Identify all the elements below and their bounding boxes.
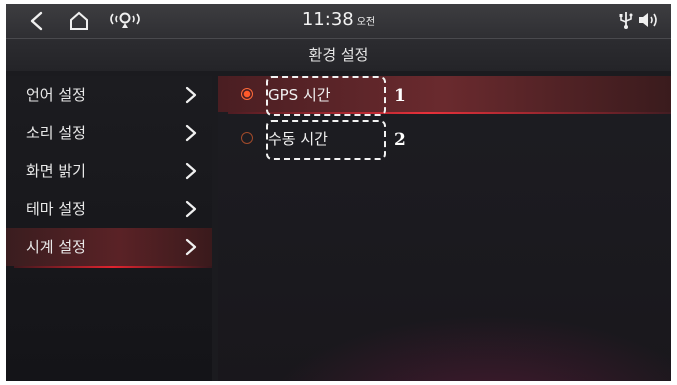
chevron-right-icon (185, 238, 197, 256)
head-unit-screen: 11:38 오전 환경 설정 언어 설정 소리 설정 화면 밝기 테마 설정 시… (6, 4, 671, 381)
sidebar-item-language[interactable]: 언어 설정 (6, 76, 212, 114)
callout-box-1 (266, 76, 386, 116)
sidebar-item-label: 시계 설정 (26, 238, 86, 256)
clock-ampm: 오전 (356, 17, 376, 28)
sidebar-item-label: 테마 설정 (26, 200, 86, 218)
sidebar-item-theme[interactable]: 테마 설정 (6, 190, 212, 228)
chevron-right-icon (185, 200, 197, 218)
status-bar: 11:38 오전 (6, 4, 671, 39)
settings-sidebar: 언어 설정 소리 설정 화면 밝기 테마 설정 시계 설정 (6, 76, 212, 381)
sidebar-item-clock[interactable]: 시계 설정 (6, 228, 212, 268)
sidebar-item-label: 화면 밝기 (26, 162, 86, 180)
chevron-right-icon (185, 124, 197, 142)
clock: 11:38 오전 (6, 9, 671, 30)
callout-box-2 (266, 120, 386, 160)
clock-time: 11:38 (301, 9, 354, 30)
chevron-right-icon (185, 162, 197, 180)
usb-icon (619, 12, 633, 29)
callout-number-1: 1 (394, 86, 406, 106)
sidebar-item-brightness[interactable]: 화면 밝기 (6, 152, 212, 190)
sidebar-item-label: 소리 설정 (26, 124, 86, 142)
radio-unselected-icon[interactable] (241, 132, 253, 144)
radio-selected-icon[interactable] (241, 88, 253, 100)
sidebar-item-label: 언어 설정 (26, 86, 86, 104)
clock-settings-panel: GPS 시간 수동 시간 1 2 (218, 76, 671, 381)
page-title: 환경 설정 (6, 39, 671, 71)
chevron-right-icon (185, 86, 197, 104)
volume-icon[interactable] (637, 10, 659, 30)
sidebar-item-sound[interactable]: 소리 설정 (6, 114, 212, 152)
callout-number-2: 2 (394, 130, 406, 150)
